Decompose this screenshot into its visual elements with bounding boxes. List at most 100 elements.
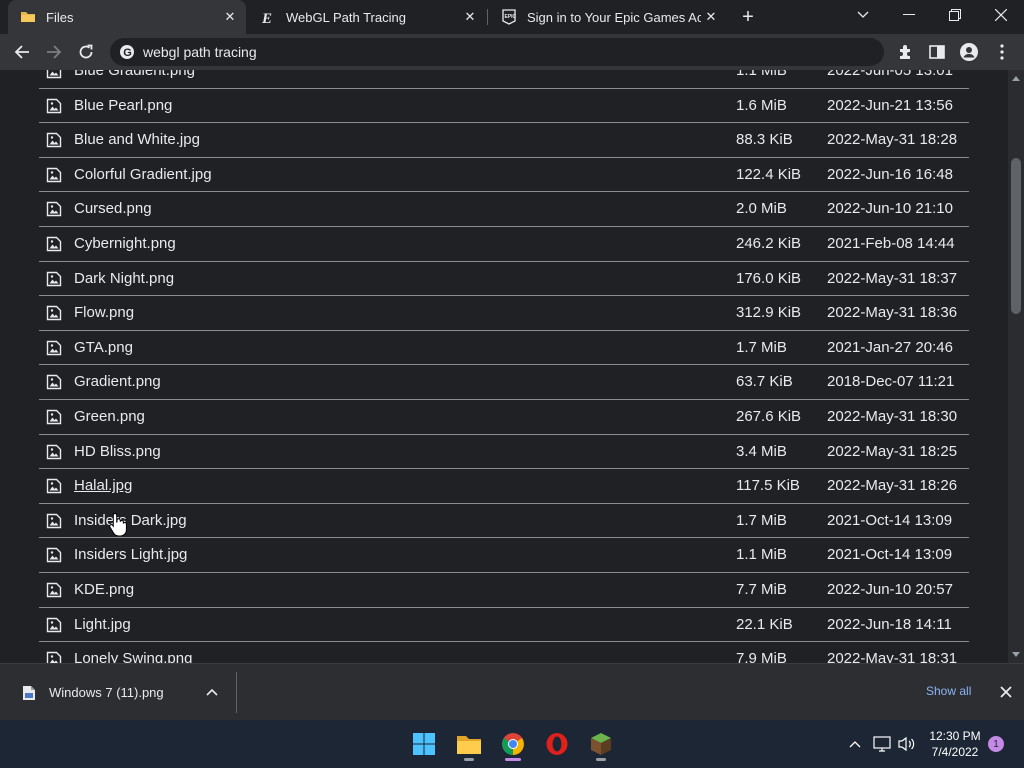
image-file-icon: [46, 547, 62, 563]
file-size: 88.3 KiB: [736, 131, 793, 149]
file-row[interactable]: Green.png 267.6 KiB 2022-May-31 18:30: [39, 400, 969, 435]
file-row[interactable]: Lonely Swing.png 7.9 MiB 2022-May-31 18:31: [39, 642, 969, 663]
google-icon: G: [119, 44, 135, 60]
scroll-down-arrow-icon[interactable]: [1008, 647, 1024, 663]
file-name-link[interactable]: Blue and White.jpg: [74, 131, 200, 148]
image-file-icon: [46, 70, 62, 79]
window-close-icon[interactable]: [978, 0, 1024, 30]
file-date: 2022-Jun-21 13:56: [827, 96, 953, 114]
running-indicator: [464, 758, 474, 761]
file-row[interactable]: Flow.png 312.9 KiB 2022-May-31 18:36: [39, 296, 969, 331]
file-row[interactable]: Cursed.png 2.0 MiB 2022-Jun-10 21:10: [39, 192, 969, 227]
file-row[interactable]: Light.jpg 22.1 KiB 2022-Jun-18 14:11: [39, 608, 969, 643]
tab-title: WebGL Path Tracing: [286, 9, 406, 25]
network-icon[interactable]: [872, 734, 892, 754]
close-shelf-icon[interactable]: [996, 682, 1016, 702]
opera-icon[interactable]: [539, 726, 575, 762]
tab-files[interactable]: Files ✕: [8, 0, 246, 34]
file-explorer-icon[interactable]: [451, 726, 487, 762]
scroll-up-arrow-icon[interactable]: [1008, 70, 1024, 86]
file-name-link[interactable]: Flow.png: [74, 304, 134, 321]
file-size: 1.7 MiB: [736, 338, 787, 356]
system-clock[interactable]: 12:30 PM 7/4/2022: [924, 728, 986, 760]
file-name-link[interactable]: Halal.jpg: [74, 477, 132, 494]
tab-search-chevron-icon[interactable]: [840, 0, 886, 30]
back-arrow-icon[interactable]: [8, 38, 36, 66]
menu-kebab-icon[interactable]: [988, 38, 1016, 66]
chevron-up-icon[interactable]: [204, 684, 220, 700]
file-size: 1.7 MiB: [736, 511, 787, 529]
minecraft-icon[interactable]: [583, 726, 619, 762]
file-row[interactable]: GTA.png 1.7 MiB 2021-Jan-27 20:46: [39, 331, 969, 366]
address-bar[interactable]: G webgl path tracing: [110, 38, 884, 66]
file-name-link[interactable]: Colorful Gradient.jpg: [74, 166, 212, 183]
file-row[interactable]: Gradient.png 63.7 KiB 2018-Dec-07 11:21: [39, 365, 969, 400]
file-date: 2022-May-31 18:37: [827, 269, 958, 287]
file-row[interactable]: HD Bliss.png 3.4 MiB 2022-May-31 18:25: [39, 435, 969, 470]
side-panel-icon[interactable]: [923, 38, 951, 66]
tab-epic-games[interactable]: EPIC Sign in to Your Epic Games Accou ✕: [489, 0, 727, 34]
file-date: 2022-Jun-10 20:57: [827, 580, 953, 598]
file-name-link[interactable]: Cursed.png: [74, 200, 152, 217]
file-row[interactable]: Blue Pearl.png 1.6 MiB 2022-Jun-21 13:56: [39, 89, 969, 124]
tab-title: Sign in to Your Epic Games Accou: [527, 9, 701, 25]
reload-icon[interactable]: [72, 38, 100, 66]
file-name-link[interactable]: GTA.png: [74, 339, 133, 356]
chevron-up-tray-icon[interactable]: [845, 734, 865, 754]
file-name-link[interactable]: Dark Night.png: [74, 270, 174, 287]
file-date: 2021-Feb-08 14:44: [827, 234, 955, 252]
file-size: 7.7 MiB: [736, 580, 787, 598]
image-file-icon: [46, 478, 62, 494]
chrome-icon[interactable]: [495, 726, 531, 762]
address-text: webgl path tracing: [143, 44, 257, 60]
file-row[interactable]: Insiders Dark.jpg 1.7 MiB 2021-Oct-14 13:0…: [39, 504, 969, 539]
vertical-scrollbar[interactable]: [1008, 70, 1024, 663]
close-tab-icon[interactable]: ✕: [701, 7, 721, 27]
file-name-link[interactable]: Lonely Swing.png: [74, 650, 192, 663]
volume-icon[interactable]: [897, 734, 917, 754]
close-tab-icon[interactable]: ✕: [220, 7, 240, 27]
new-tab-button[interactable]: +: [737, 6, 759, 28]
file-row[interactable]: Dark Night.png 176.0 KiB 2022-May-31 18:37: [39, 262, 969, 297]
scrollbar-thumb[interactable]: [1011, 158, 1021, 314]
file-name-link[interactable]: Insiders Light.jpg: [74, 546, 187, 563]
download-item[interactable]: Windows 7 (11).png: [0, 664, 236, 721]
file-date: 2021-Jan-27 20:46: [827, 338, 953, 356]
extensions-puzzle-icon[interactable]: [892, 38, 920, 66]
file-name-link[interactable]: Blue Pearl.png: [74, 97, 172, 114]
file-name-link[interactable]: HD Bliss.png: [74, 443, 161, 460]
file-row[interactable]: Colorful Gradient.jpg 122.4 KiB 2022-Jun-1…: [39, 158, 969, 193]
download-shelf: Windows 7 (11).png Show all: [0, 663, 1024, 721]
windows-start-icon[interactable]: [406, 726, 442, 762]
file-name-link[interactable]: Blue Gradient.png: [74, 70, 195, 79]
tab-title: Files: [46, 9, 74, 25]
forward-arrow-icon[interactable]: [40, 38, 68, 66]
file-row[interactable]: KDE.png 7.7 MiB 2022-Jun-10 20:57: [39, 573, 969, 608]
file-row[interactable]: Halal.jpg 117.5 KiB 2022-May-31 18:26: [39, 469, 969, 504]
file-name-link[interactable]: Green.png: [74, 408, 145, 425]
file-name-link[interactable]: Cybernight.png: [74, 235, 176, 252]
file-name-link[interactable]: Insiders Dark.jpg: [74, 512, 187, 529]
close-tab-icon[interactable]: ✕: [460, 7, 480, 27]
file-row[interactable]: Cybernight.png 246.2 KiB 2021-Feb-08 14:44: [39, 227, 969, 262]
file-date: 2022-Jun-05 13:01: [827, 70, 953, 79]
file-name-link[interactable]: Light.jpg: [74, 616, 131, 633]
file-row[interactable]: Blue Gradient.png 1.1 MiB 2022-Jun-05 13:0…: [39, 70, 969, 89]
file-size: 267.6 KiB: [736, 407, 802, 425]
restore-icon[interactable]: [932, 0, 978, 30]
show-all-link[interactable]: Show all: [926, 684, 971, 698]
image-file-icon: [46, 98, 62, 114]
file-name-link[interactable]: KDE.png: [74, 581, 134, 598]
notification-badge[interactable]: 1: [988, 736, 1004, 752]
svg-text:E: E: [261, 11, 272, 25]
page-content: Blue Gradient.png 1.1 MiB 2022-Jun-05 13:0…: [0, 70, 1008, 663]
profile-avatar-icon[interactable]: [955, 38, 983, 66]
tab-webgl-path-tracing[interactable]: E WebGL Path Tracing ✕: [248, 0, 486, 34]
file-row[interactable]: Insiders Light.jpg 1.1 MiB 2021-Oct-14 13:…: [39, 538, 969, 573]
minimize-icon[interactable]: [886, 0, 932, 30]
file-name-link[interactable]: Gradient.png: [74, 373, 161, 390]
image-file-icon: [46, 513, 62, 529]
file-size: 1.1 MiB: [736, 70, 787, 79]
file-row[interactable]: Blue and White.jpg 88.3 KiB 2022-May-31 18…: [39, 123, 969, 158]
image-file-icon: [46, 340, 62, 356]
